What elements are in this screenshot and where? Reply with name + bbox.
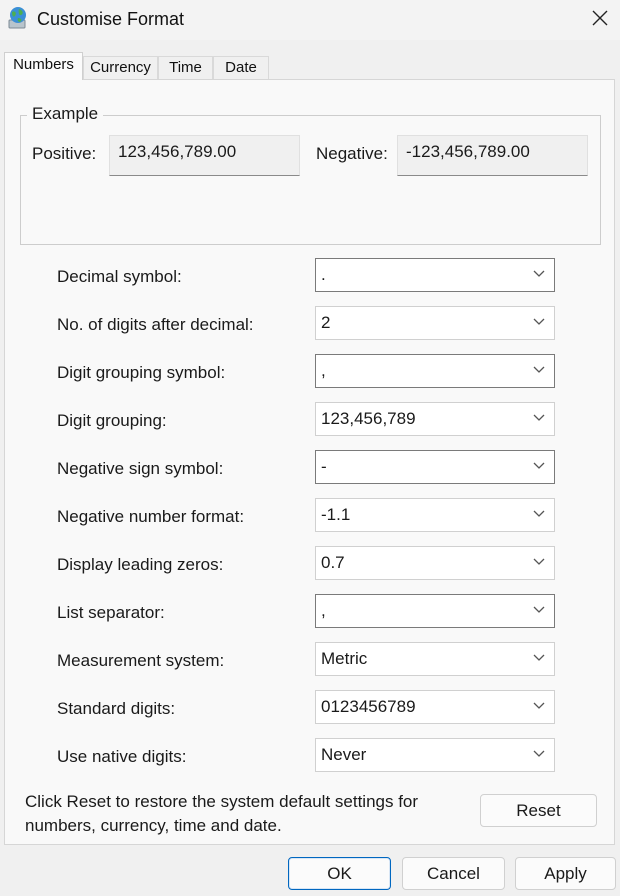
ok-button[interactable]: OK (288, 857, 391, 890)
cancel-button[interactable]: Cancel (402, 857, 505, 890)
list-separator-combo[interactable]: , (315, 594, 555, 628)
list-separator-value: , (321, 601, 326, 620)
chevron-down-icon (533, 750, 545, 757)
negative-number-format-combo[interactable]: -1.1 (315, 498, 555, 532)
reset-note: Click Reset to restore the system defaul… (25, 790, 418, 838)
reset-note-line-1: Click Reset to restore the system defaul… (25, 792, 419, 811)
close-icon (592, 10, 608, 26)
chevron-down-icon (533, 654, 545, 661)
window-title: Customise Format (37, 9, 185, 29)
chevron-down-icon (533, 510, 545, 517)
chevron-down-icon (533, 702, 545, 709)
chevron-down-icon (533, 318, 545, 325)
leading-zeros-label: Display leading zeros: (57, 555, 224, 574)
leading-zeros-value: 0.7 (321, 553, 345, 572)
standard-digits-combo[interactable]: 0123456789 (315, 690, 555, 724)
digit-grouping-label: Digit grouping: (57, 411, 167, 430)
digit-grouping-combo[interactable]: 123,456,789 (315, 402, 555, 436)
globe-icon (7, 6, 29, 30)
tab-time[interactable]: Time (158, 56, 213, 80)
chevron-down-icon (533, 606, 545, 613)
digits-after-decimal-combo[interactable]: 2 (315, 306, 555, 340)
reset-note-line-2: numbers, currency, time and date. (25, 816, 282, 835)
native-digits-value: Never (321, 745, 367, 764)
negative-number-format-label: Negative number format: (57, 507, 245, 526)
close-button[interactable] (586, 4, 614, 32)
reset-button[interactable]: Reset (480, 794, 597, 827)
leading-zeros-combo[interactable]: 0.7 (315, 546, 555, 580)
decimal-symbol-label: Decimal symbol: (57, 267, 182, 286)
digits-after-decimal-label: No. of digits after decimal: (57, 315, 254, 334)
measurement-system-combo[interactable]: Metric (315, 642, 555, 676)
native-digits-label: Use native digits: (57, 747, 187, 766)
tab-currency[interactable]: Currency (83, 56, 158, 80)
tab-date[interactable]: Date (213, 56, 269, 80)
chevron-down-icon (533, 270, 545, 277)
digit-grouping-symbol-label: Digit grouping symbol: (57, 363, 226, 382)
measurement-system-label: Measurement system: (57, 651, 225, 670)
tab-numbers[interactable]: Numbers (4, 52, 83, 80)
apply-button[interactable]: Apply (515, 857, 616, 890)
positive-label: Positive: (32, 144, 97, 163)
measurement-system-value: Metric (321, 649, 368, 668)
chevron-down-icon (533, 462, 545, 469)
chevron-down-icon (533, 366, 545, 373)
title-bar: Customise Format (0, 0, 620, 40)
example-group-label: Example (27, 104, 104, 124)
native-digits-combo[interactable]: Never (315, 738, 555, 772)
decimal-symbol-value: . (321, 265, 326, 284)
chevron-down-icon (533, 414, 545, 421)
digit-grouping-value: 123,456,789 (321, 409, 416, 428)
decimal-symbol-combo[interactable]: . (315, 258, 555, 292)
standard-digits-value: 0123456789 (321, 697, 416, 716)
negative-number-format-value: -1.1 (321, 505, 351, 524)
list-separator-label: List separator: (57, 603, 165, 622)
standard-digits-label: Standard digits: (57, 699, 176, 718)
chevron-down-icon (533, 558, 545, 565)
negative-sign-symbol-value: - (321, 457, 327, 476)
negative-sign-symbol-label: Negative sign symbol: (57, 459, 224, 478)
digit-grouping-symbol-value: , (321, 361, 326, 380)
negative-label: Negative: (316, 144, 388, 163)
digits-after-decimal-value: 2 (321, 313, 331, 332)
negative-sign-symbol-combo[interactable]: - (315, 450, 555, 484)
digit-grouping-symbol-combo[interactable]: , (315, 354, 555, 388)
negative-example-value: -123,456,789.00 (397, 135, 588, 176)
positive-example-value: 123,456,789.00 (109, 135, 300, 176)
